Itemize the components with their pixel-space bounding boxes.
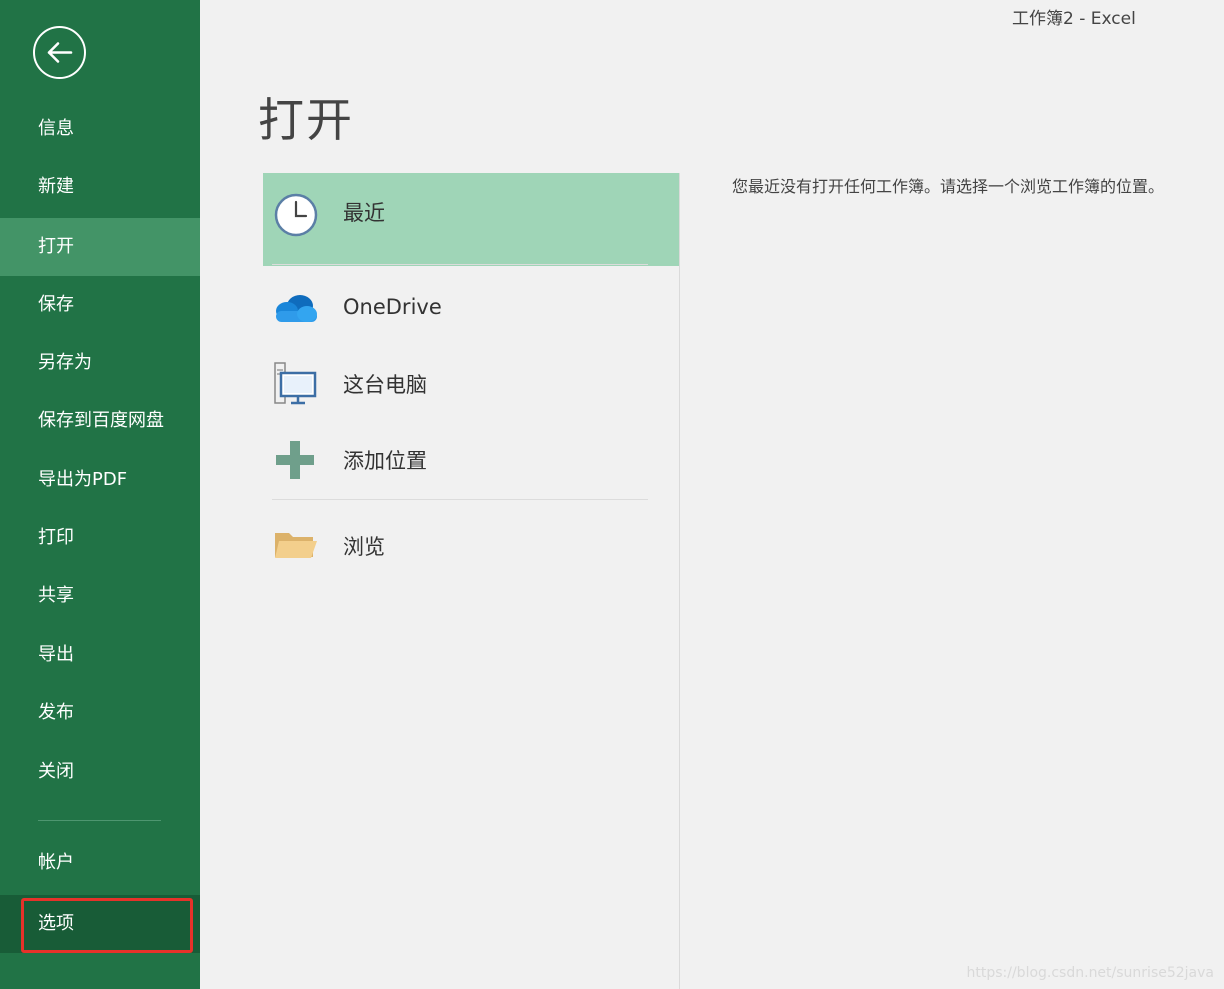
nav-info[interactable]: 信息 — [0, 100, 200, 158]
nav-print[interactable]: 打印 — [0, 509, 200, 567]
clock-icon — [274, 193, 318, 237]
page-title: 打开 — [258, 93, 354, 147]
nav-account[interactable]: 帐户 — [0, 834, 200, 892]
computer-icon — [274, 362, 317, 405]
location-browse[interactable]: 浏览 — [263, 519, 679, 571]
nav-save-as[interactable]: 另存为 — [0, 334, 200, 392]
panel-divider — [272, 264, 648, 265]
location-this-pc[interactable]: 这台电脑 — [263, 355, 679, 411]
location-panel: 最近 OneDrive 这台电脑 添加位置 浏览 — [263, 173, 680, 989]
location-this-pc-label: 这台电脑 — [343, 373, 427, 397]
nav-open[interactable]: 打开 — [0, 218, 200, 276]
backstage-sidebar: 信息 新建 打开 保存 另存为 保存到百度网盘 导出为PDF 打印 共享 导出 … — [0, 0, 200, 989]
nav-options[interactable]: 选项 — [0, 895, 200, 953]
nav-new[interactable]: 新建 — [0, 158, 200, 216]
empty-recent-message: 您最近没有打开任何工作簿。请选择一个浏览工作簿的位置。 — [732, 177, 1165, 196]
back-button[interactable] — [33, 26, 86, 79]
nav-divider — [38, 820, 161, 821]
plus-icon — [276, 441, 314, 479]
location-add-place-label: 添加位置 — [343, 449, 427, 473]
location-recent-label: 最近 — [343, 201, 385, 225]
nav-share[interactable]: 共享 — [0, 567, 200, 625]
nav-save[interactable]: 保存 — [0, 276, 200, 334]
location-recent[interactable]: 最近 — [263, 173, 679, 266]
cloud-icon — [276, 295, 317, 322]
arrow-left-circle-icon — [47, 42, 73, 63]
watermark-text: https://blog.csdn.net/sunrise52java — [966, 965, 1215, 981]
window-title: 工作簿2 - Excel — [1012, 9, 1136, 29]
folder-icon — [275, 533, 317, 558]
panel-divider — [272, 499, 648, 500]
location-onedrive-label: OneDrive — [343, 295, 442, 319]
location-onedrive[interactable]: OneDrive — [263, 283, 679, 335]
location-add-place[interactable]: 添加位置 — [263, 433, 679, 485]
nav-export[interactable]: 导出 — [0, 626, 200, 684]
nav-export-pdf[interactable]: 导出为PDF — [0, 451, 200, 509]
nav-save-to-baidu[interactable]: 保存到百度网盘 — [0, 392, 200, 450]
location-browse-label: 浏览 — [343, 535, 385, 559]
nav-close[interactable]: 关闭 — [0, 743, 200, 801]
nav-publish[interactable]: 发布 — [0, 684, 200, 742]
